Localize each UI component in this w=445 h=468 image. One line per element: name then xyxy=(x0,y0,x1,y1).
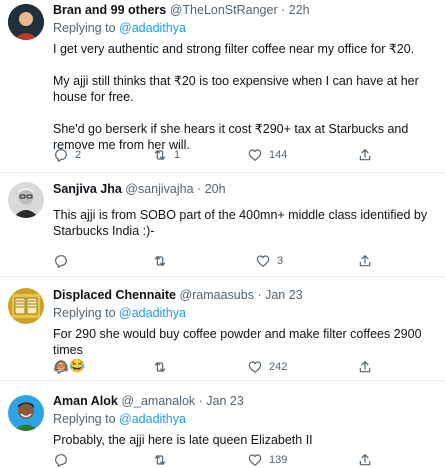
like-count: 3 xyxy=(277,255,284,267)
avatar-image xyxy=(8,182,44,218)
user-handle[interactable]: @sanjivajha xyxy=(125,182,193,196)
display-name[interactable]: Sanjiva Jha xyxy=(53,182,122,196)
tweet-header: Displaced Chennaite @ramaasubs · Jan 23 xyxy=(53,287,437,303)
tweet-text: Probably, the ajji here is late queen El… xyxy=(53,432,437,448)
tweet-header: Bran and 99 others @TheLonStRanger · 22h xyxy=(53,2,437,18)
user-handle[interactable]: @TheLonStRanger xyxy=(170,3,278,17)
user-handle[interactable]: @_amanalok xyxy=(121,394,195,408)
tweet-actions: 3 xyxy=(0,253,445,269)
reply-icon xyxy=(55,361,67,374)
tweet-paragraph: This ajji is from SOBO part of the 400mn… xyxy=(53,208,428,238)
mention-link[interactable]: @adadithya xyxy=(119,306,186,320)
replying-to: Replying to @adadithya xyxy=(53,20,437,36)
retweet-button[interactable]: 1 xyxy=(152,147,180,163)
like-button[interactable]: 242 xyxy=(247,359,287,375)
retweet-button[interactable] xyxy=(152,253,168,269)
reply-count: 2 xyxy=(75,149,82,161)
retweet-count: 1 xyxy=(174,149,181,161)
tweet[interactable]: Displaced Chennaite @ramaasubs · Jan 23 … xyxy=(0,277,445,381)
display-name[interactable]: Displaced Chennaite xyxy=(53,288,176,302)
reply-icon xyxy=(55,149,67,162)
share-button[interactable] xyxy=(357,359,373,375)
mention-link[interactable]: @adadithya xyxy=(119,21,186,35)
retweet-icon xyxy=(154,256,166,266)
mention-link[interactable]: @adadithya xyxy=(119,412,186,426)
display-name[interactable]: Bran and 99 others xyxy=(53,3,166,17)
timestamp[interactable]: Jan 23 xyxy=(206,394,244,408)
separator-dot: · xyxy=(198,394,203,408)
tweet-paragraph: I get very authentic and strong filter c… xyxy=(53,42,415,56)
tweet-paragraph: For 290 she would buy coffee powder and … xyxy=(53,327,422,357)
share-button[interactable] xyxy=(357,253,373,269)
avatar[interactable] xyxy=(8,182,44,218)
timestamp[interactable]: 22h xyxy=(289,3,310,17)
like-button[interactable]: 3 xyxy=(255,253,283,269)
like-count: 144 xyxy=(269,149,288,161)
retweet-icon xyxy=(154,150,166,160)
tweet-header: Sanjiva Jha @sanjivajha · 20h xyxy=(53,181,437,197)
tweet-text: I get very authentic and strong filter c… xyxy=(53,41,437,153)
replying-to: Replying to @adadithya xyxy=(53,411,437,427)
timestamp[interactable]: 20h xyxy=(205,182,226,196)
avatar-image xyxy=(8,395,44,431)
heart-icon xyxy=(248,361,262,373)
avatar-image xyxy=(8,288,44,324)
reply-button[interactable] xyxy=(53,359,69,375)
separator-dot: · xyxy=(257,288,262,302)
tweet[interactable]: Sanjiva Jha @sanjivajha · 20h This ajji … xyxy=(0,173,445,277)
retweet-button[interactable] xyxy=(152,359,168,375)
timestamp[interactable]: Jan 23 xyxy=(265,288,303,302)
replying-to-label: Replying to xyxy=(53,21,116,35)
share-icon xyxy=(359,255,371,267)
reply-button[interactable] xyxy=(53,253,69,269)
display-name[interactable]: Aman Alok xyxy=(53,394,118,408)
heart-icon xyxy=(248,149,262,161)
separator-dot: · xyxy=(197,182,202,196)
avatar[interactable] xyxy=(8,395,44,431)
replying-to-label: Replying to xyxy=(53,412,116,426)
tweet[interactable]: Aman Alok @_amanalok · Jan 23 Replying t… xyxy=(0,381,445,467)
tweet-paragraph: Probably, the ajji here is late queen El… xyxy=(53,433,313,447)
avatar[interactable] xyxy=(8,4,44,40)
replying-to: Replying to @adadithya xyxy=(53,305,437,321)
avatar-image xyxy=(8,4,44,40)
reply-icon xyxy=(55,255,67,268)
share-icon xyxy=(359,149,371,161)
tweet-actions: 242 xyxy=(0,359,445,375)
reply-button[interactable]: 2 xyxy=(53,147,81,163)
tweet-header: Aman Alok @_amanalok · Jan 23 xyxy=(53,393,437,409)
tweet[interactable]: Bran and 99 others @TheLonStRanger · 22h… xyxy=(0,0,445,173)
like-count: 242 xyxy=(269,361,288,373)
reply-thread: Bran and 99 others @TheLonStRanger · 22h… xyxy=(0,0,445,467)
separator-dot: · xyxy=(281,3,286,17)
share-icon xyxy=(359,361,371,373)
replying-to-label: Replying to xyxy=(53,306,116,320)
share-button[interactable] xyxy=(357,147,373,163)
tweet-text: This ajji is from SOBO part of the 400mn… xyxy=(53,207,437,239)
heart-icon xyxy=(256,255,270,267)
avatar[interactable] xyxy=(8,288,44,324)
retweet-icon xyxy=(154,362,166,372)
tweet-actions: 2 1 144 xyxy=(0,147,445,163)
tweet-paragraph: My ajji still thinks that ₹20 is too exp… xyxy=(53,74,419,104)
user-handle[interactable]: @ramaasubs xyxy=(179,288,254,302)
like-button[interactable]: 144 xyxy=(247,147,287,163)
